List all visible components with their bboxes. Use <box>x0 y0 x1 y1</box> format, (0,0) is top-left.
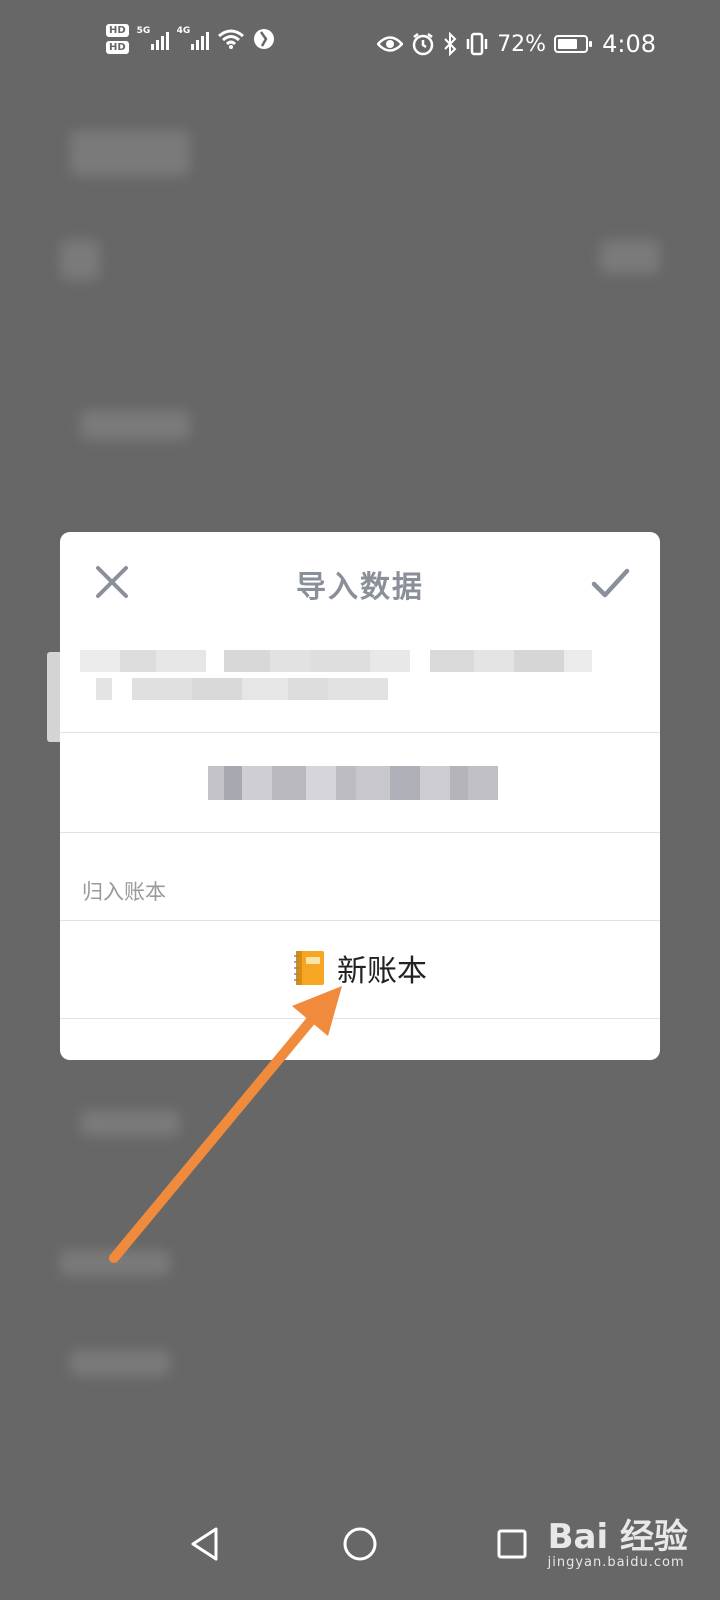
watermark-url: jingyan.baidu.com <box>547 1555 685 1570</box>
battery-percent: 72% <box>497 31 547 57</box>
notebook-icon <box>294 951 324 985</box>
clock: 4:08 <box>602 30 656 58</box>
dialog-title: 导入数据 <box>296 570 424 605</box>
sim1-hd-badge: HD <box>106 24 129 37</box>
bg-row <box>600 240 660 274</box>
bg-row <box>60 1250 170 1276</box>
signal-5g-icon: 5G <box>136 26 169 50</box>
ledger-option[interactable]: 新账本 <box>60 920 660 1016</box>
wifi-icon <box>217 29 244 49</box>
divider <box>60 1018 660 1019</box>
bg-row <box>70 1350 170 1376</box>
bluetooth-icon <box>444 32 457 56</box>
alarm-icon <box>412 33 434 56</box>
confirm-check-icon[interactable] <box>590 562 630 602</box>
bg-row <box>80 410 190 440</box>
redacted-value <box>208 766 498 800</box>
bg-row <box>60 240 100 280</box>
status-left: HD HD 5G 4G <box>106 24 275 54</box>
signal-4g-icon: 4G <box>176 26 209 50</box>
watermark-main: Bai 经验 <box>547 1517 688 1557</box>
sim2-hd-badge: HD <box>106 41 129 54</box>
back-icon[interactable] <box>188 1526 222 1562</box>
navigation-bar: Bai 经验 jingyan.baidu.com <box>0 1500 720 1600</box>
bg-title-block <box>70 130 190 176</box>
section-label-ledger: 归入账本 <box>82 880 166 904</box>
status-bar: HD HD 5G 4G 72% 4:08 <box>0 0 720 90</box>
eye-icon <box>377 36 404 52</box>
status-right: 72% 4:08 <box>377 30 656 58</box>
redacted-text-line <box>80 650 592 672</box>
net-type-1: 5G <box>136 26 151 36</box>
hotspot-icon <box>253 29 274 49</box>
battery-icon <box>554 35 593 53</box>
home-icon[interactable] <box>342 1526 378 1562</box>
battery-fill <box>558 39 577 49</box>
divider <box>60 732 660 733</box>
bg-row <box>80 1110 180 1136</box>
redacted-text-line <box>96 678 388 700</box>
recents-icon[interactable] <box>496 1528 528 1560</box>
net-type-2: 4G <box>176 26 191 36</box>
divider <box>60 832 660 833</box>
ledger-name: 新账本 <box>337 954 427 989</box>
sim-indicators: HD HD <box>106 24 129 54</box>
vibrate-icon <box>466 32 488 56</box>
baidu-jingyan-watermark: Bai 经验 jingyan.baidu.com <box>548 1519 688 1570</box>
import-data-dialog: 导入数据 归入账本 新账本 <box>60 532 660 1060</box>
